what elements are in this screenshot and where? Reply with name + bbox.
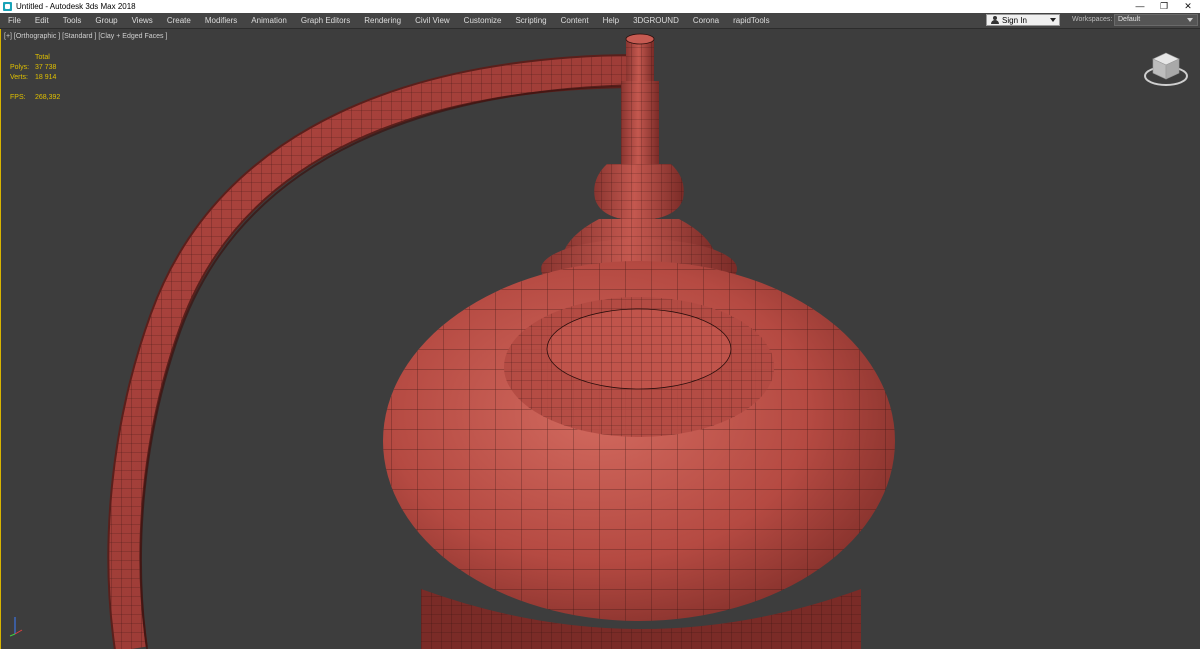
menu-edit[interactable]: Edit: [28, 16, 56, 25]
viewport-scene: [107, 33, 895, 649]
verts-label: Verts:: [10, 74, 28, 81]
menu-rendering[interactable]: Rendering: [357, 16, 408, 25]
lamp-rod: [621, 33, 659, 165]
chevron-down-icon: [1050, 18, 1056, 22]
app-icon: [3, 2, 12, 11]
fps-label: FPS:: [10, 94, 26, 101]
polys-label: Polys:: [10, 64, 30, 71]
restore-button[interactable]: ❐: [1152, 0, 1176, 13]
menu-modifiers[interactable]: Modifiers: [198, 16, 244, 25]
verts-value: 18 914: [35, 74, 57, 81]
sign-in-dropdown[interactable]: Sign In: [986, 14, 1060, 26]
viewport-statistics: Total Polys: 37 738 Verts: 18 914 FPS: 268,…: [10, 53, 60, 103]
menu-rapidtools[interactable]: rapidTools: [726, 16, 776, 25]
menu-group[interactable]: Group: [88, 16, 124, 25]
stats-header: Total: [35, 54, 50, 61]
lamp-body: [383, 261, 895, 649]
menu-customize[interactable]: Customize: [457, 16, 509, 25]
sign-in-label: Sign In: [1002, 15, 1027, 25]
menu-content[interactable]: Content: [554, 16, 596, 25]
close-button[interactable]: ✕: [1176, 0, 1200, 13]
minimize-button[interactable]: —: [1128, 0, 1152, 13]
chevron-down-icon: [1187, 18, 1193, 22]
menu-animation[interactable]: Animation: [244, 16, 294, 25]
menu-views[interactable]: Views: [125, 16, 160, 25]
title-bar: Untitled - Autodesk 3ds Max 2018 — ❐ ✕: [0, 0, 1200, 13]
menu-help[interactable]: Help: [596, 16, 626, 25]
window-title: Untitled - Autodesk 3ds Max 2018: [16, 2, 136, 11]
menu-civil-view[interactable]: Civil View: [408, 16, 457, 25]
viewcube-icon[interactable]: [1143, 49, 1189, 89]
menu-3dground[interactable]: 3DGROUND: [626, 16, 686, 25]
workspaces-value: Default: [1118, 16, 1141, 23]
workspaces-label: Workspaces:: [1072, 16, 1113, 23]
menu-corona[interactable]: Corona: [686, 16, 726, 25]
perspective-viewport[interactable]: [+] [Orthographic ] [Standard ] [Clay + …: [0, 29, 1200, 649]
menu-scripting[interactable]: Scripting: [508, 16, 553, 25]
user-icon: [991, 16, 999, 24]
menu-graph-editors[interactable]: Graph Editors: [294, 16, 357, 25]
fps-value: 268,392: [35, 94, 61, 101]
menu-bar: File Edit Tools Group Views Create Modif…: [0, 13, 1200, 29]
workspaces-select[interactable]: Default: [1114, 14, 1198, 26]
menu-file[interactable]: File: [0, 16, 28, 25]
polys-value: 37 738: [35, 64, 57, 71]
viewport-label-menu[interactable]: [+] [Orthographic ] [Standard ] [Clay + …: [4, 33, 167, 40]
axis-tripod-icon: [9, 617, 23, 637]
menu-tools[interactable]: Tools: [56, 16, 89, 25]
menu-create[interactable]: Create: [160, 16, 198, 25]
window-controls: — ❐ ✕: [1128, 0, 1200, 13]
